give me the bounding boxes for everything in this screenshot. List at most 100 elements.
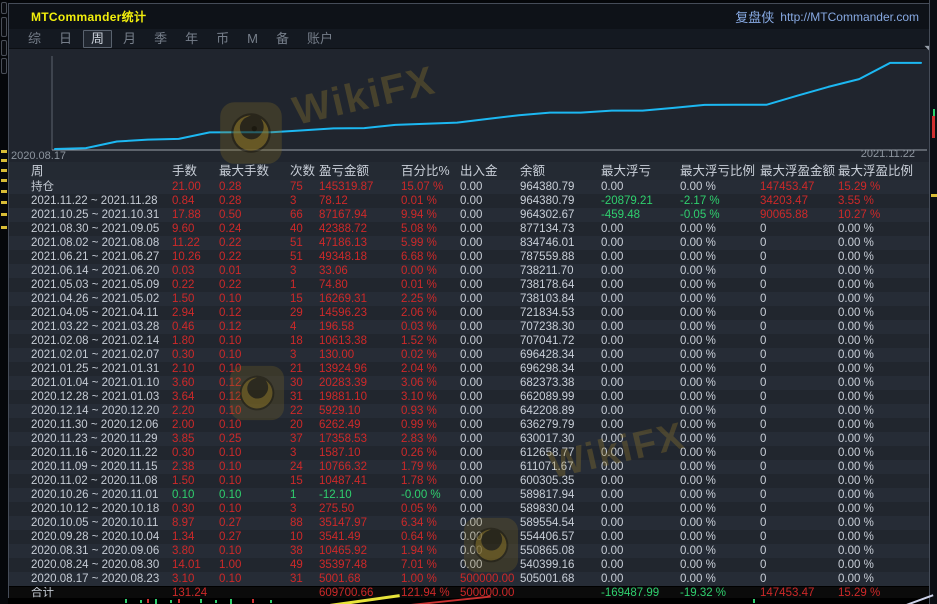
cell: 5.08 % — [401, 222, 460, 236]
cell: 0 — [760, 306, 838, 320]
cell: 15 — [290, 474, 319, 488]
cell: 3.10 — [172, 572, 219, 586]
menu-item-7[interactable]: 币 — [209, 31, 236, 47]
table-row[interactable]: 2021.06.14 ~ 2021.06.200.030.01333.060.0… — [9, 264, 929, 278]
cell: 0.00 % — [838, 306, 929, 320]
table-row[interactable]: 2021.08.02 ~ 2021.08.0811.220.225147186.… — [9, 236, 929, 250]
table-row[interactable]: 持仓21.000.2875145319.8715.07 %0.00964380.… — [9, 180, 929, 194]
toolbar-dash — [1, 169, 7, 172]
cell: 0.00 — [460, 530, 520, 544]
cell: 0.00 % — [838, 250, 929, 264]
brand-url-link[interactable]: http://MTCommander.com — [780, 10, 919, 24]
cell: 964302.67 — [520, 208, 601, 222]
menu-item-8[interactable]: M — [240, 31, 265, 47]
equity-chart-canvas — [9, 49, 930, 162]
cell: 10613.38 — [319, 334, 401, 348]
cell: 738103.84 — [520, 292, 601, 306]
table-row[interactable]: 2021.01.25 ~ 2021.01.312.100.102113924.9… — [9, 362, 929, 376]
column-header: 最大浮亏比例 — [680, 163, 760, 180]
table-row[interactable]: 2021.04.05 ~ 2021.04.112.940.122914596.2… — [9, 306, 929, 320]
cell: 196.58 — [319, 320, 401, 334]
cell: 0.00 — [601, 348, 680, 362]
cell: 49348.18 — [319, 250, 401, 264]
table-row[interactable]: 2021.10.25 ~ 2021.10.3117.880.506687167.… — [9, 208, 929, 222]
menu-item-5[interactable]: 季 — [147, 31, 174, 47]
cell: 2.83 % — [401, 432, 460, 446]
cell: 0 — [760, 558, 838, 572]
table-row[interactable]: 2021.11.22 ~ 2021.11.280.840.28378.120.0… — [9, 194, 929, 208]
table-row[interactable]: 2021.05.03 ~ 2021.05.090.220.22174.800.0… — [9, 278, 929, 292]
cell: 3 — [290, 264, 319, 278]
cell: 0.00 % — [680, 334, 760, 348]
cell: 0.10 — [219, 474, 290, 488]
cell: 0.00 — [460, 558, 520, 572]
toolbar-dash — [931, 194, 937, 197]
cell: 0.00 — [601, 320, 680, 334]
table-row[interactable]: 2021.06.21 ~ 2021.06.2710.260.225149348.… — [9, 250, 929, 264]
table-row[interactable]: 2020.10.05 ~ 2020.10.118.970.278835147.9… — [9, 516, 929, 530]
cell: 0.00 — [460, 404, 520, 418]
cell: 0.00 — [460, 320, 520, 334]
cell: 0 — [760, 292, 838, 306]
cell: 964380.79 — [520, 194, 601, 208]
table-row[interactable]: 2020.10.12 ~ 2020.10.180.300.103275.500.… — [9, 502, 929, 516]
chart-start-date: 2020.08.17 — [11, 150, 66, 162]
cell: 33.06 — [319, 264, 401, 278]
candle-tick — [178, 599, 180, 603]
window-title: MTCommander统计 — [31, 8, 146, 25]
menu-item-2[interactable]: 日 — [52, 31, 79, 47]
table-row[interactable]: 2020.08.31 ~ 2020.09.063.800.103810465.9… — [9, 544, 929, 558]
table-row[interactable]: 2020.08.17 ~ 2020.08.233.100.10315001.68… — [9, 572, 929, 586]
table-row[interactable]: 2021.02.01 ~ 2021.02.070.300.103130.000.… — [9, 348, 929, 362]
cell: 0.00 — [460, 474, 520, 488]
cell: 0.24 — [219, 222, 290, 236]
table-row[interactable]: 2021.03.22 ~ 2021.03.280.460.124196.580.… — [9, 320, 929, 334]
table-row[interactable]: 2021.02.08 ~ 2021.02.141.800.101810613.3… — [9, 334, 929, 348]
cell: 51 — [290, 250, 319, 264]
menu-bar: 综日周月季年币M备账户 — [9, 29, 929, 49]
menu-item-4[interactable]: 月 — [116, 31, 143, 47]
table-row[interactable]: 2020.11.02 ~ 2020.11.081.500.101510487.4… — [9, 474, 929, 488]
cell: 275.50 — [319, 502, 401, 516]
cell: 29 — [290, 306, 319, 320]
cell: 35147.97 — [319, 516, 401, 530]
column-header: 最大浮盈金额 — [760, 163, 838, 180]
cell: 0.00 % — [401, 264, 460, 278]
table-row[interactable]: 2021.08.30 ~ 2021.09.059.600.244042388.7… — [9, 222, 929, 236]
cell: 10 — [290, 530, 319, 544]
table-row[interactable]: 2020.09.28 ~ 2020.10.041.340.27103541.49… — [9, 530, 929, 544]
candle-tick — [252, 599, 254, 603]
table-row[interactable]: 2020.11.30 ~ 2020.12.062.000.10206262.49… — [9, 418, 929, 432]
cell: 0.30 — [172, 502, 219, 516]
cell: 0 — [760, 432, 838, 446]
table-row[interactable]: 2020.11.16 ~ 2020.11.220.300.1031587.100… — [9, 446, 929, 460]
table-row[interactable]: 2020.08.24 ~ 2020.08.3014.011.004935397.… — [9, 558, 929, 572]
table-row[interactable]: 2020.12.14 ~ 2020.12.202.200.10225929.10… — [9, 404, 929, 418]
cell: 0.02 % — [401, 348, 460, 362]
table-row[interactable]: 2020.12.28 ~ 2021.01.033.640.123119881.1… — [9, 390, 929, 404]
table-row[interactable]: 2020.11.23 ~ 2020.11.293.850.253717358.5… — [9, 432, 929, 446]
cell: 721834.53 — [520, 306, 601, 320]
menu-item-9[interactable]: 备 — [269, 31, 296, 47]
menu-item-10[interactable]: 账户 — [300, 31, 340, 47]
cell: 6262.49 — [319, 418, 401, 432]
cell: 0.00 % — [838, 544, 929, 558]
menu-item-1[interactable]: 综 — [21, 31, 48, 47]
cell: 0.30 — [172, 446, 219, 460]
table-row[interactable]: 2020.11.09 ~ 2020.11.152.380.102410766.3… — [9, 460, 929, 474]
cell: 22 — [290, 404, 319, 418]
cell: 0.64 % — [401, 530, 460, 544]
cell: 1.50 — [172, 474, 219, 488]
candle-tick — [215, 600, 217, 603]
cell: 42388.72 — [319, 222, 401, 236]
menu-item-3[interactable]: 周 — [83, 30, 112, 48]
cell: 10766.32 — [319, 460, 401, 474]
cell: 0.00 — [601, 544, 680, 558]
cell: 6.34 % — [401, 516, 460, 530]
table-row[interactable]: 2021.01.04 ~ 2021.01.103.600.123020283.3… — [9, 376, 929, 390]
table-row[interactable]: 2021.04.26 ~ 2021.05.021.500.101516269.3… — [9, 292, 929, 306]
table-row[interactable]: 2020.10.26 ~ 2020.11.010.100.101-12.10-0… — [9, 488, 929, 502]
column-header: 手数 — [172, 163, 219, 180]
cell: 0.00 — [601, 530, 680, 544]
menu-item-6[interactable]: 年 — [178, 31, 205, 47]
